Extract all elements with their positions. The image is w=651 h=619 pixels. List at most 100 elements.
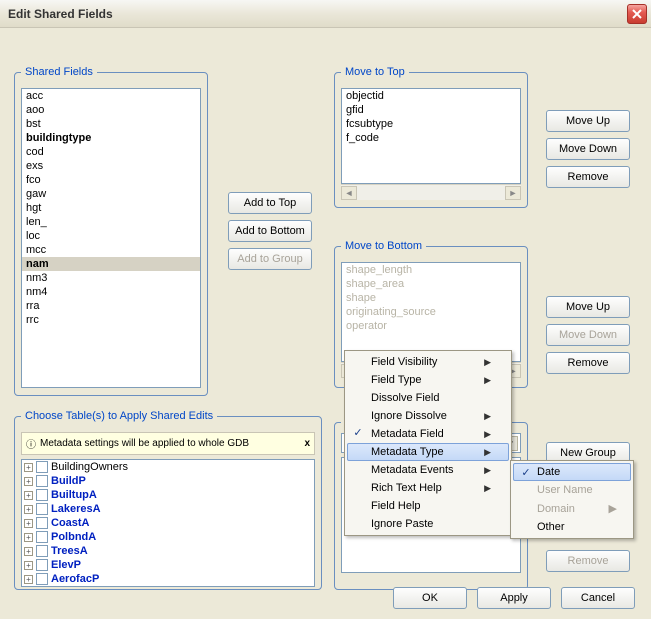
ok-button[interactable]: OK — [393, 587, 467, 609]
submenu-item[interactable]: ✓Date — [513, 463, 631, 481]
shared-field-item[interactable]: rra — [22, 299, 200, 313]
submenu-arrow-icon: ▶ — [484, 483, 491, 494]
context-submenu[interactable]: ✓DateUser NameDomain▶Other — [510, 460, 634, 539]
move-bottom-item[interactable]: operator — [342, 319, 520, 333]
checkbox[interactable] — [36, 559, 48, 571]
table-label: BuildingOwners — [51, 461, 128, 473]
shared-field-item[interactable]: aoo — [22, 103, 200, 117]
expander-icon[interactable]: + — [24, 575, 33, 584]
menu-item[interactable]: Field Type▶ — [347, 371, 509, 389]
tables-tree[interactable]: + BuildingOwners+BuildP+BuiltupA+LakeresA… — [21, 459, 315, 587]
shared-field-item[interactable]: acc — [22, 89, 200, 103]
window-title: Edit Shared Fields — [8, 7, 113, 21]
expander-icon[interactable]: + — [24, 547, 33, 556]
checkbox[interactable] — [36, 531, 48, 543]
submenu-arrow-icon: ▶ — [609, 502, 617, 515]
expander-icon[interactable]: + — [24, 463, 33, 472]
cancel-button[interactable]: Cancel — [561, 587, 635, 609]
table-row[interactable]: +BuildP — [22, 474, 314, 488]
move-up-top-button[interactable]: Move Up — [546, 110, 630, 132]
shared-field-item[interactable]: nm4 — [22, 285, 200, 299]
move-to-top-list[interactable]: objectidgfidfcsubtypef_code — [341, 88, 521, 184]
move-bottom-item[interactable]: shape_area — [342, 277, 520, 291]
table-row[interactable]: +PolbndA — [22, 530, 314, 544]
menu-item[interactable]: Field Visibility▶ — [347, 353, 509, 371]
context-menu[interactable]: Field Visibility▶Field Type▶Dissolve Fie… — [344, 350, 512, 536]
menu-item-label: Field Help — [371, 500, 421, 512]
remove-bottom-button[interactable]: Remove — [546, 352, 630, 374]
checkbox[interactable] — [36, 475, 48, 487]
move-top-item[interactable]: objectid — [342, 89, 520, 103]
close-button[interactable] — [627, 4, 647, 24]
hscrollbar[interactable]: ◄ ► — [341, 184, 521, 200]
menu-item-label: Field Visibility — [371, 356, 437, 368]
checkbox[interactable] — [36, 545, 48, 557]
expander-icon[interactable]: + — [24, 561, 33, 570]
expander-icon[interactable]: + — [24, 491, 33, 500]
shared-field-item[interactable]: gaw — [22, 187, 200, 201]
expander-icon[interactable]: + — [24, 505, 33, 514]
menu-item-label: Field Type — [371, 374, 422, 386]
shared-field-item[interactable]: cod — [22, 145, 200, 159]
move-down-top-button[interactable]: Move Down — [546, 138, 630, 160]
checkbox[interactable] — [36, 461, 48, 473]
shared-fields-list[interactable]: accaoobstbuildingtypecodexsfcogawhgtlen_… — [21, 88, 201, 388]
add-to-top-button[interactable]: Add to Top — [228, 192, 312, 214]
shared-field-item[interactable]: nm3 — [22, 271, 200, 285]
table-row[interactable]: +ElevP — [22, 558, 314, 572]
shared-field-item[interactable]: nam — [22, 257, 200, 271]
menu-item[interactable]: Ignore Dissolve▶ — [347, 407, 509, 425]
shared-field-item[interactable]: buildingtype — [22, 131, 200, 145]
table-row[interactable]: +CoastA — [22, 516, 314, 530]
expander-icon[interactable]: + — [24, 477, 33, 486]
shared-field-item[interactable]: fco — [22, 173, 200, 187]
menu-item[interactable]: Metadata Events▶ — [347, 461, 509, 479]
table-row[interactable]: +BuiltupA — [22, 488, 314, 502]
shared-field-item[interactable]: mcc — [22, 243, 200, 257]
move-to-bottom-list[interactable]: shape_lengthshape_areashapeoriginating_s… — [341, 262, 521, 362]
check-icon: ✓ — [518, 466, 534, 479]
checkbox[interactable] — [36, 503, 48, 515]
move-bottom-item[interactable]: shape — [342, 291, 520, 305]
checkbox[interactable] — [36, 517, 48, 529]
info-close-button[interactable]: x — [304, 438, 310, 449]
menu-item[interactable]: Rich Text Help▶ — [347, 479, 509, 497]
menu-item[interactable]: Dissolve Field — [347, 389, 509, 407]
checkbox[interactable] — [36, 573, 48, 585]
apply-button[interactable]: Apply — [477, 587, 551, 609]
move-bottom-item[interactable]: shape_length — [342, 263, 520, 277]
dialog-body: Shared Fields accaoobstbuildingtypecodex… — [0, 28, 651, 619]
scroll-right-icon[interactable]: ► — [505, 186, 521, 200]
scroll-left-icon[interactable]: ◄ — [341, 186, 357, 200]
submenu-arrow-icon: ▶ — [484, 429, 491, 440]
menu-item[interactable]: Ignore Paste — [347, 515, 509, 533]
menu-item[interactable]: ✓Metadata Field▶ — [347, 425, 509, 443]
table-row[interactable]: +AerofacP — [22, 572, 314, 586]
scroll-track[interactable] — [357, 186, 505, 200]
move-top-item[interactable]: gfid — [342, 103, 520, 117]
choose-tables-legend: Choose Table(s) to Apply Shared Edits — [21, 410, 217, 422]
move-up-bottom-button[interactable]: Move Up — [546, 296, 630, 318]
checkbox[interactable] — [36, 489, 48, 501]
dialog-buttons: OK Apply Cancel — [393, 587, 635, 609]
add-to-bottom-button[interactable]: Add to Bottom — [228, 220, 312, 242]
shared-field-item[interactable]: exs — [22, 159, 200, 173]
move-top-item[interactable]: f_code — [342, 131, 520, 145]
shared-field-item[interactable]: hgt — [22, 201, 200, 215]
shared-field-item[interactable]: loc — [22, 229, 200, 243]
move-top-item[interactable]: fcsubtype — [342, 117, 520, 131]
expander-icon[interactable]: + — [24, 533, 33, 542]
remove-top-button[interactable]: Remove — [546, 166, 630, 188]
move-bottom-item[interactable]: originating_source — [342, 305, 520, 319]
menu-item[interactable]: Metadata Type▶ — [347, 443, 509, 461]
shared-field-item[interactable]: rrc — [22, 313, 200, 327]
expander-icon[interactable]: + — [24, 519, 33, 528]
menu-item-label: Ignore Paste — [371, 518, 433, 530]
table-row[interactable]: +TreesA — [22, 544, 314, 558]
table-row[interactable]: + BuildingOwners — [22, 460, 314, 474]
shared-field-item[interactable]: len_ — [22, 215, 200, 229]
table-row[interactable]: +LakeresA — [22, 502, 314, 516]
submenu-item[interactable]: Other — [513, 518, 631, 536]
shared-field-item[interactable]: bst — [22, 117, 200, 131]
menu-item[interactable]: Field Help — [347, 497, 509, 515]
